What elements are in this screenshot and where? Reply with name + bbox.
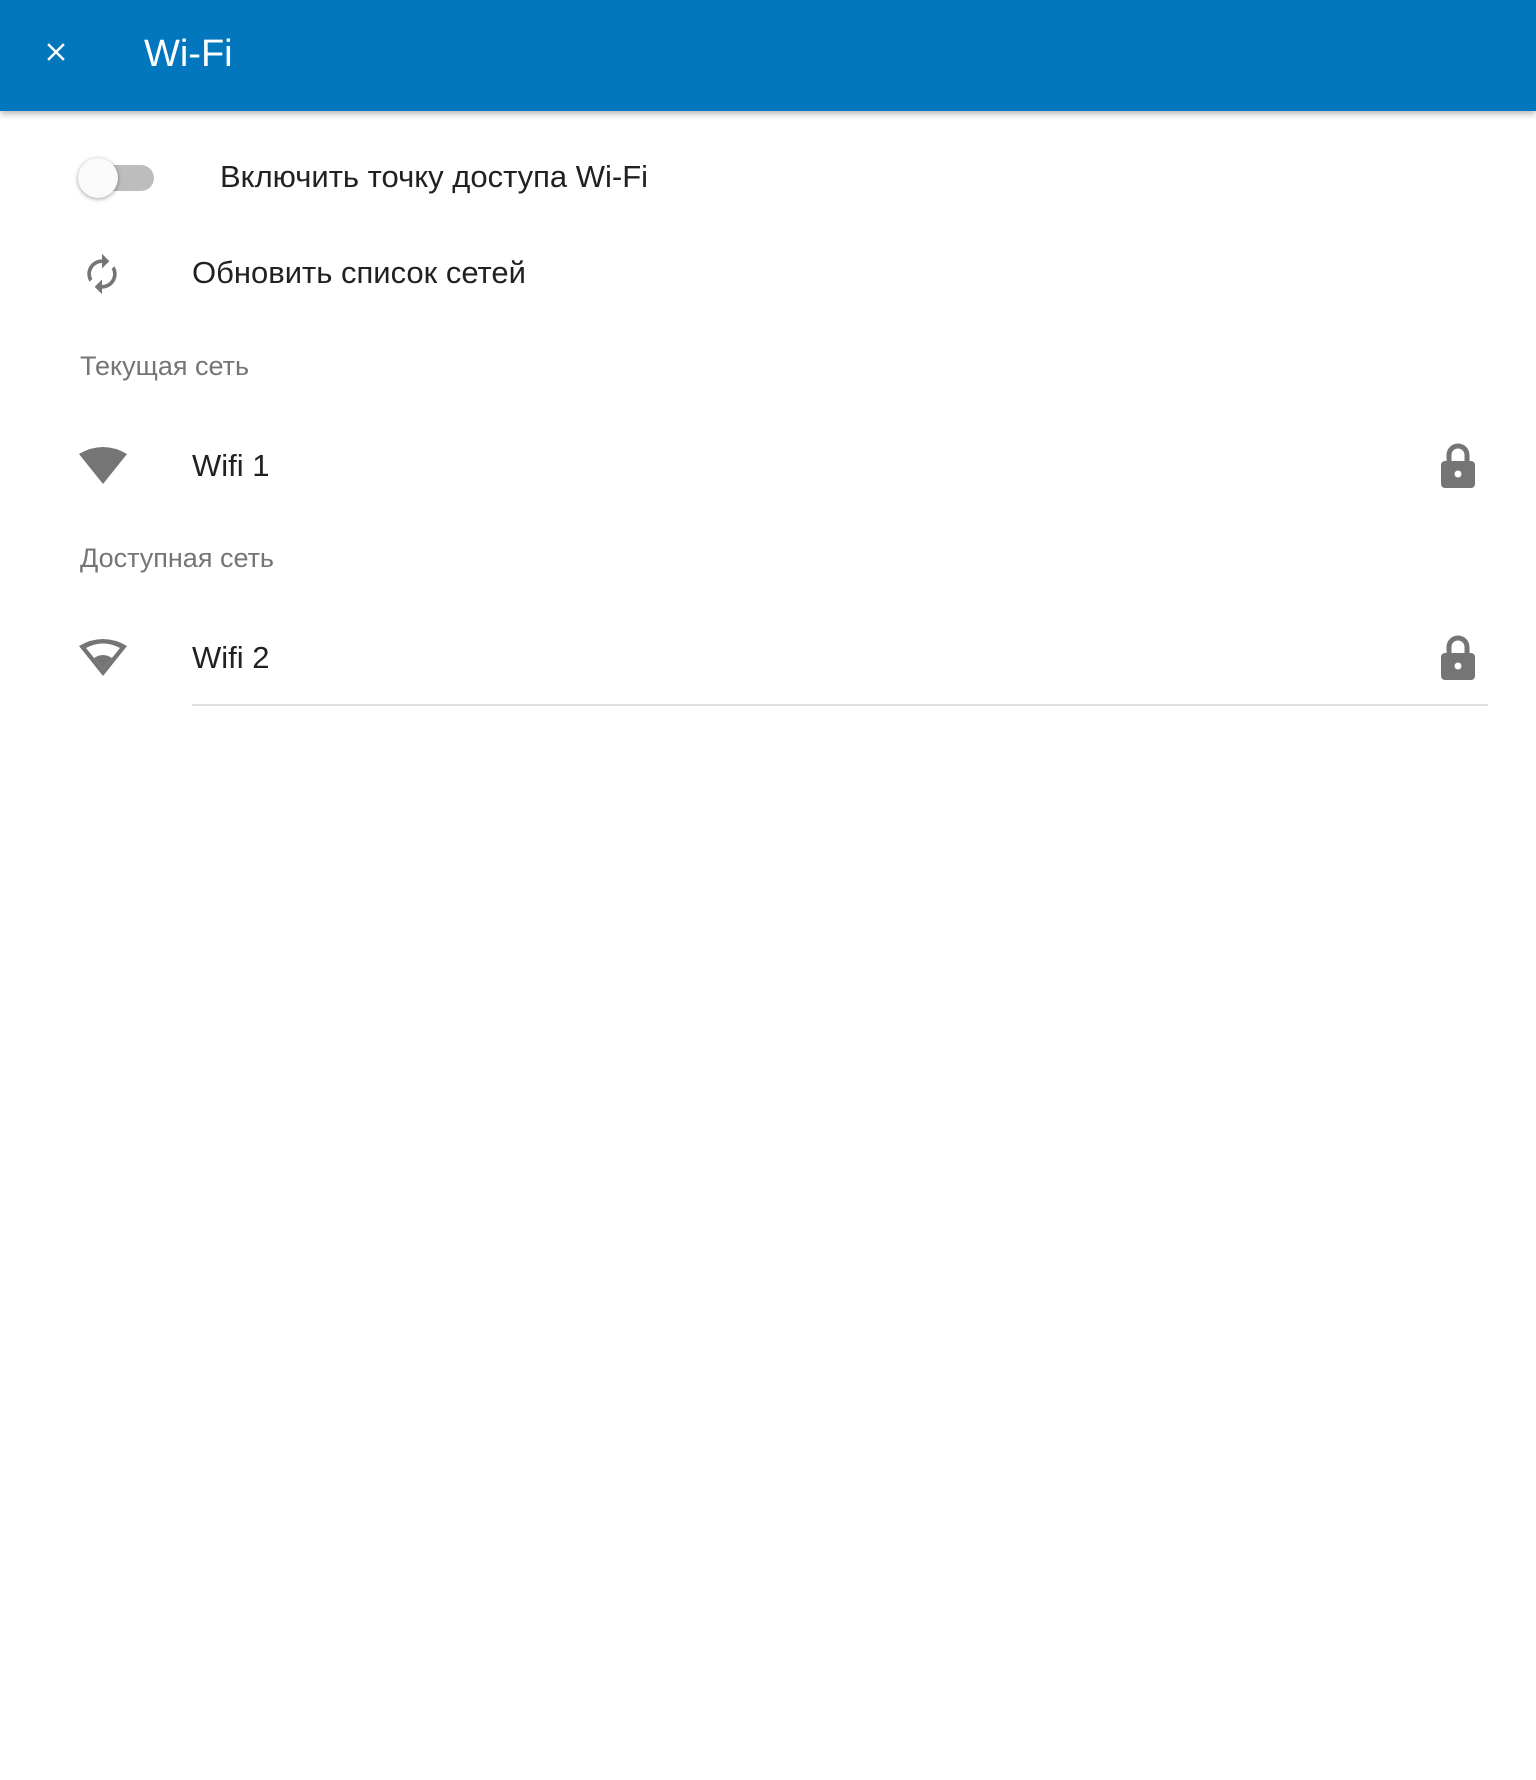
refresh-networks-label: Обновить список сетей: [192, 255, 526, 290]
wifi-signal-full-icon: [78, 444, 128, 488]
lock-icon: [1438, 634, 1478, 682]
network-item-wifi-1[interactable]: Wifi 1: [60, 418, 1496, 514]
refresh-icon: [80, 252, 124, 296]
refresh-networks-button[interactable]: Обновить список сетей: [60, 240, 1500, 306]
toggle-thumb[interactable]: [78, 158, 118, 198]
wifi-signal-medium-icon: [78, 636, 128, 680]
page-title: Wi-Fi: [144, 33, 233, 75]
lock-icon: [1438, 442, 1478, 490]
wifi-settings-screen: Wi-Fi Включить точку доступа Wi-Fi Обнов…: [0, 0, 1536, 1780]
list-divider: [192, 704, 1488, 706]
network-item-wifi-2[interactable]: Wifi 2: [60, 610, 1496, 706]
close-icon: [41, 37, 71, 67]
network-name: Wifi 2: [192, 640, 270, 675]
current-network-header: Текущая сеть: [80, 351, 250, 381]
hotspot-toggle-label[interactable]: Включить точку доступа Wi-Fi: [220, 157, 648, 197]
close-button[interactable]: [20, 16, 92, 88]
network-name: Wifi 1: [192, 448, 270, 483]
app-bar: Wi-Fi: [0, 0, 1536, 111]
hotspot-toggle[interactable]: [78, 158, 158, 198]
available-network-header: Доступная сеть: [80, 543, 274, 573]
